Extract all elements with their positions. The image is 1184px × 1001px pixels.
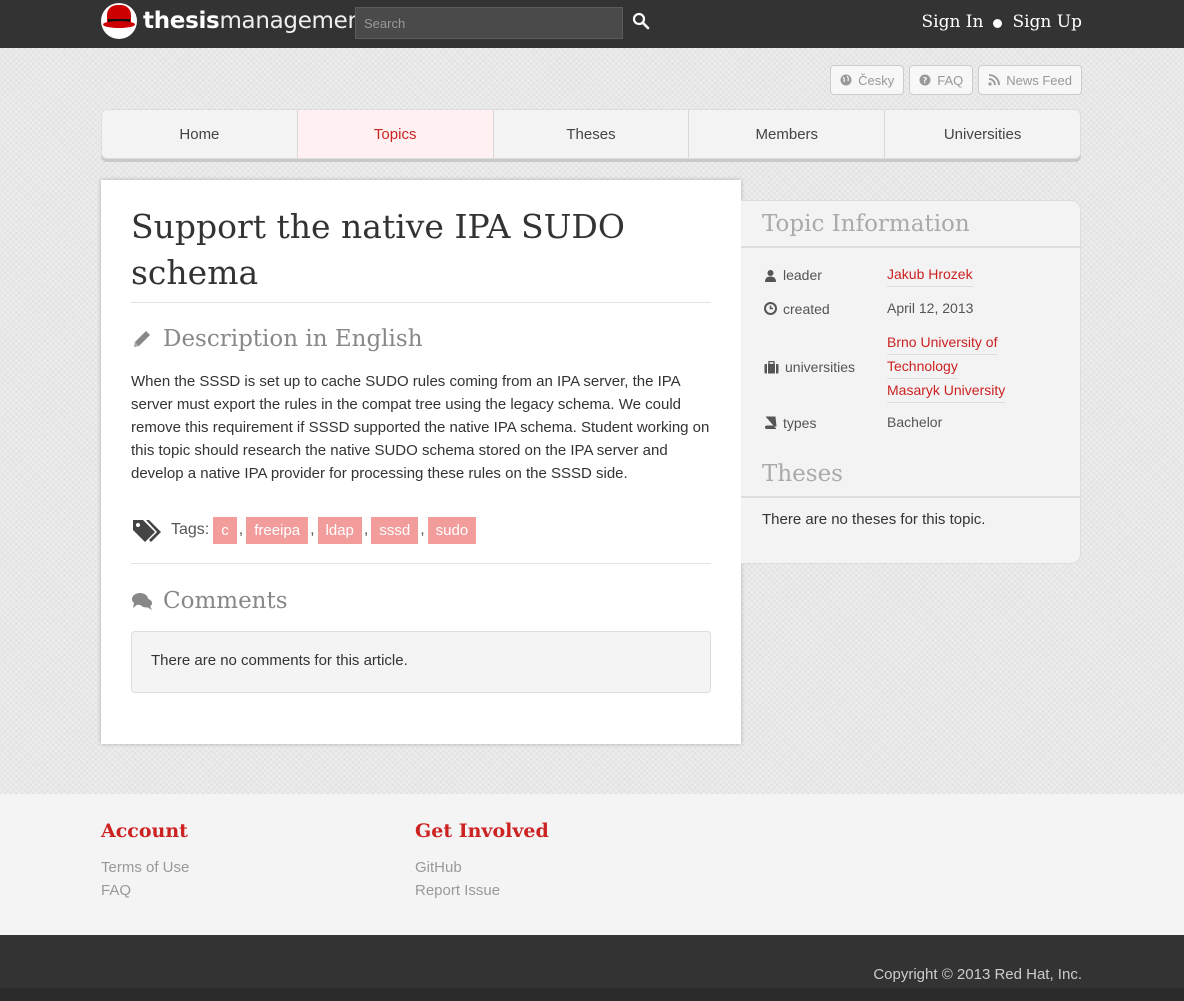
auth-links: Sign In Sign Up xyxy=(921,12,1082,32)
leader-link[interactable]: Jakub Hrozek xyxy=(887,263,973,287)
tags-divider xyxy=(131,563,711,564)
created-row: created April 12, 2013 xyxy=(764,297,973,320)
user-icon xyxy=(765,269,776,282)
news-feed-button[interactable]: News Feed xyxy=(978,65,1082,95)
tab-topics[interactable]: Topics xyxy=(297,110,494,158)
university-link-masaryk[interactable]: Masaryk University xyxy=(887,379,1006,403)
faq-button[interactable]: ? FAQ xyxy=(909,65,974,95)
bottom-bar: Copyright © 2013 Red Hat, Inc. xyxy=(0,935,1184,1001)
logo[interactable]: thesismanagement xyxy=(101,3,371,39)
title-divider xyxy=(131,302,711,303)
tab-home[interactable]: Home xyxy=(102,110,298,158)
no-theses-message: There are no theses for this topic. xyxy=(762,511,986,528)
logo-text: thesismanagement xyxy=(143,8,371,34)
utility-buttons: Česky ? FAQ News Feed xyxy=(830,65,1082,95)
clock-icon xyxy=(764,302,777,315)
globe-icon xyxy=(840,74,852,86)
no-comments-message: There are no comments for this article. xyxy=(131,631,711,693)
tab-universities[interactable]: Universities xyxy=(885,110,1080,158)
account-heading: Account xyxy=(101,820,188,842)
language-button[interactable]: Česky xyxy=(830,65,905,95)
faq-label: FAQ xyxy=(937,72,964,88)
comments-icon xyxy=(132,593,152,610)
tags-label: Tags: xyxy=(171,521,210,538)
tag-ldap[interactable]: ldap xyxy=(317,516,362,544)
tab-members[interactable]: Members xyxy=(689,110,886,158)
theses-divider xyxy=(741,496,1081,498)
topic-info-panel: Topic Information leader Jakub Hrozek cr… xyxy=(741,200,1081,564)
report-issue-link[interactable]: Report Issue xyxy=(415,879,549,902)
separator-dot xyxy=(993,19,1003,28)
tag-list: Tags: c, freeipa, ldap, sssd, sudo xyxy=(131,516,477,544)
footer-account: Account Terms of Use FAQ xyxy=(101,820,189,902)
university-link-brno-1[interactable]: Brno University of xyxy=(887,331,998,355)
briefcase-icon xyxy=(764,360,779,373)
top-bar: thesismanagement Sign In Sign Up xyxy=(0,0,1184,48)
topic-description: When the SSSD is set up to cache SUDO ru… xyxy=(131,373,710,482)
description-heading: Description in English xyxy=(131,326,423,352)
footer: Account Terms of Use FAQ Get Involved Gi… xyxy=(0,794,1184,935)
university-link-brno-2[interactable]: Technology xyxy=(887,355,958,379)
github-link[interactable]: GitHub xyxy=(415,856,549,879)
tag-c[interactable]: c xyxy=(213,516,237,544)
topic-info-heading: Topic Information xyxy=(762,211,970,237)
question-circle-icon: ? xyxy=(919,74,931,86)
news-feed-label: News Feed xyxy=(1006,72,1072,88)
leader-row: leader Jakub Hrozek xyxy=(764,263,973,287)
book-icon xyxy=(764,416,777,429)
tags-icon xyxy=(133,520,161,542)
pencil-icon xyxy=(134,331,150,347)
tag-freeipa[interactable]: freeipa xyxy=(246,516,309,544)
footer-get-involved: Get Involved GitHub Report Issue xyxy=(415,820,549,902)
sign-in-link[interactable]: Sign In xyxy=(921,12,983,32)
tag-sssd[interactable]: sssd xyxy=(371,516,419,544)
copyright: Copyright © 2013 Red Hat, Inc. xyxy=(873,966,1082,983)
tag-sudo[interactable]: sudo xyxy=(427,516,477,544)
created-date: April 12, 2013 xyxy=(887,300,974,316)
get-involved-heading: Get Involved xyxy=(415,820,549,842)
redhat-logo-icon xyxy=(101,3,137,39)
page-title: Support the native IPA SUDO schema xyxy=(131,207,625,292)
rss-icon xyxy=(988,74,1001,86)
search-icon[interactable] xyxy=(632,12,650,30)
sign-up-link[interactable]: Sign Up xyxy=(1012,12,1082,32)
types-row: types Bachelor xyxy=(764,411,942,434)
universities-row: universities Brno University of Technolo… xyxy=(764,331,1006,403)
language-label: Česky xyxy=(858,72,895,88)
theses-heading: Theses xyxy=(762,461,843,487)
svg-text:?: ? xyxy=(923,76,928,85)
terms-link[interactable]: Terms of Use xyxy=(101,856,189,879)
info-divider xyxy=(741,246,1081,248)
types-value: Bachelor xyxy=(887,414,943,430)
main-nav: Home Topics Theses Members Universities xyxy=(101,109,1081,159)
search-input[interactable] xyxy=(355,7,623,39)
tab-theses[interactable]: Theses xyxy=(493,110,690,158)
comments-heading: Comments xyxy=(131,588,288,614)
footer-faq-link[interactable]: FAQ xyxy=(101,879,189,902)
topic-card: Support the native IPA SUDO schema Descr… xyxy=(101,180,741,744)
